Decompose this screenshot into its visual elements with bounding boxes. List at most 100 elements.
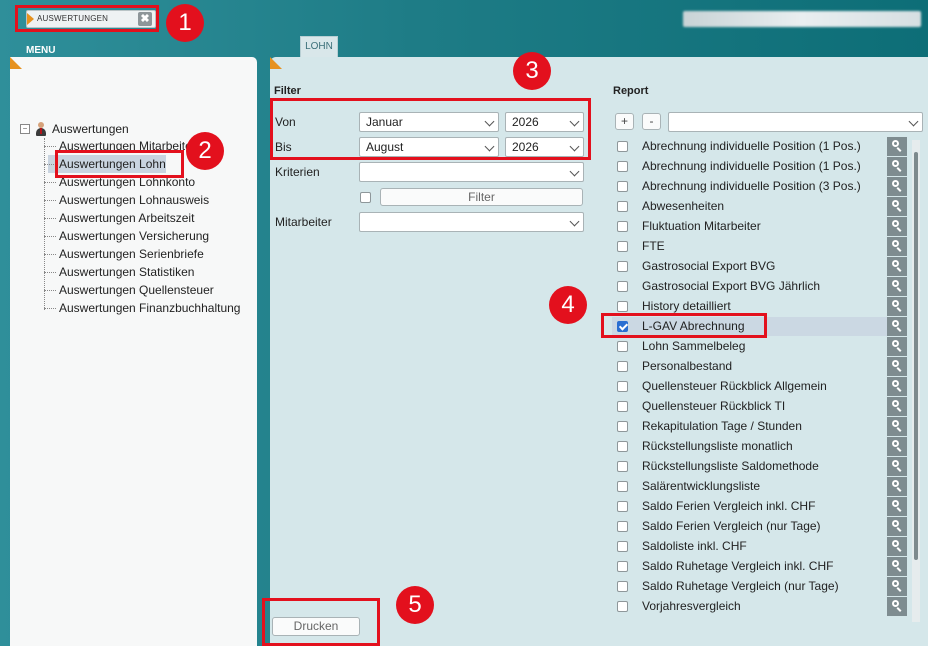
chevron-down-icon bbox=[569, 166, 580, 177]
kriterien-select[interactable] bbox=[359, 162, 584, 182]
report-item[interactable]: Abwesenheiten bbox=[612, 197, 887, 216]
filter-button[interactable]: Filter bbox=[380, 188, 583, 206]
report-item[interactable]: Fluktuation Mitarbeiter bbox=[612, 217, 887, 236]
report-checkbox[interactable] bbox=[617, 441, 628, 452]
magnifier-icon[interactable] bbox=[887, 517, 907, 536]
report-checkbox[interactable] bbox=[617, 421, 628, 432]
callout-badge-1: 1 bbox=[166, 4, 204, 42]
report-checkbox[interactable] bbox=[617, 541, 628, 552]
report-checkbox[interactable] bbox=[617, 181, 628, 192]
report-checkbox[interactable] bbox=[617, 201, 628, 212]
tree-item-finanzbuchhaltung[interactable]: Auswertungen Finanzbuchhaltung bbox=[43, 299, 240, 317]
report-checkbox[interactable] bbox=[617, 601, 628, 612]
report-item[interactable]: Saldo Ferien Vergleich inkl. CHF bbox=[612, 497, 887, 516]
report-checkbox[interactable] bbox=[617, 461, 628, 472]
magnifier-icon[interactable] bbox=[887, 277, 907, 296]
report-item-label: Abrechnung individuelle Position (1 Pos.… bbox=[642, 159, 861, 173]
magnifier-icon[interactable] bbox=[887, 317, 907, 336]
callout-box-1 bbox=[15, 5, 159, 32]
report-item[interactable]: Saldoliste inkl. CHF bbox=[612, 537, 887, 556]
magnifier-icon[interactable] bbox=[887, 157, 907, 176]
magnifier-icon[interactable] bbox=[887, 237, 907, 256]
tree-item-quellensteuer[interactable]: Auswertungen Quellensteuer bbox=[44, 281, 214, 299]
report-item-label: FTE bbox=[642, 239, 665, 253]
magnifier-icon[interactable] bbox=[887, 177, 907, 196]
magnifier-icon[interactable] bbox=[887, 457, 907, 476]
report-checkbox[interactable] bbox=[617, 241, 628, 252]
report-checkbox[interactable] bbox=[617, 401, 628, 412]
magnifier-icon[interactable] bbox=[887, 297, 907, 316]
corner-marker-icon bbox=[10, 57, 22, 69]
report-item-label: Gastrosocial Export BVG bbox=[642, 259, 776, 273]
report-item[interactable]: Salärentwicklungsliste bbox=[612, 477, 887, 496]
collapse-all-button[interactable]: - bbox=[642, 113, 661, 130]
callout-badge-2: 2 bbox=[186, 132, 224, 170]
report-checkbox[interactable] bbox=[617, 221, 628, 232]
magnifier-icon[interactable] bbox=[887, 497, 907, 516]
report-item[interactable]: Rekapitulation Tage / Stunden bbox=[612, 417, 887, 436]
report-item[interactable]: Gastrosocial Export BVG bbox=[612, 257, 887, 276]
tree-item-arbeitszeit[interactable]: Auswertungen Arbeitszeit bbox=[43, 209, 194, 227]
collapse-icon[interactable]: − bbox=[20, 124, 30, 134]
tree-item-statistiken[interactable]: Auswertungen Statistiken bbox=[43, 263, 194, 281]
tree-root[interactable]: − Auswertungen bbox=[20, 122, 129, 136]
tree-item-lohnausweis[interactable]: Auswertungen Lohnausweis bbox=[43, 191, 209, 209]
report-item-label: Saldo Ferien Vergleich (nur Tage) bbox=[642, 519, 821, 533]
magnifier-icon[interactable] bbox=[887, 597, 907, 616]
expand-all-button[interactable]: + bbox=[615, 113, 634, 130]
magnifier-icon[interactable] bbox=[887, 417, 907, 436]
report-item[interactable]: Rückstellungsliste monatlich bbox=[612, 437, 887, 456]
mitarbeiter-select[interactable] bbox=[359, 212, 584, 232]
report-checkbox[interactable] bbox=[617, 521, 628, 532]
magnifier-icon[interactable] bbox=[887, 337, 907, 356]
report-checkbox[interactable] bbox=[617, 481, 628, 492]
magnifier-icon[interactable] bbox=[887, 397, 907, 416]
magnifier-icon[interactable] bbox=[887, 537, 907, 556]
report-item[interactable]: Saldo Ferien Vergleich (nur Tage) bbox=[612, 517, 887, 536]
filter-checkbox[interactable] bbox=[360, 192, 371, 203]
report-checkbox[interactable] bbox=[617, 501, 628, 512]
report-checkbox[interactable] bbox=[617, 561, 628, 572]
report-checkbox[interactable] bbox=[617, 361, 628, 372]
magnifier-icon[interactable] bbox=[887, 477, 907, 496]
magnifier-icon[interactable] bbox=[887, 357, 907, 376]
report-item-label: Personalbestand bbox=[642, 359, 733, 373]
magnifier-icon[interactable] bbox=[887, 557, 907, 576]
report-item-label: Rekapitulation Tage / Stunden bbox=[642, 419, 802, 433]
magnifier-icon[interactable] bbox=[887, 577, 907, 596]
report-checkbox[interactable] bbox=[617, 381, 628, 392]
report-item[interactable]: Abrechnung individuelle Position (1 Pos.… bbox=[612, 157, 887, 176]
magnifier-icon[interactable] bbox=[887, 137, 907, 156]
report-item[interactable]: Vorjahresvergleich bbox=[612, 597, 887, 616]
tree-item-versicherung[interactable]: Auswertungen Versicherung bbox=[43, 227, 209, 245]
report-item[interactable]: Saldo Ruhetage Vergleich inkl. CHF bbox=[612, 557, 887, 576]
report-item[interactable]: Lohn Sammelbeleg bbox=[612, 337, 887, 356]
report-checkbox[interactable] bbox=[617, 341, 628, 352]
report-checkbox[interactable] bbox=[617, 581, 628, 592]
report-checkbox[interactable] bbox=[617, 261, 628, 272]
report-item[interactable]: Personalbestand bbox=[612, 357, 887, 376]
magnifier-icon[interactable] bbox=[887, 257, 907, 276]
callout-box-5 bbox=[262, 598, 380, 646]
report-item[interactable]: Abrechnung individuelle Position (1 Pos.… bbox=[612, 137, 887, 156]
report-checkbox[interactable] bbox=[617, 301, 628, 312]
report-checkbox[interactable] bbox=[617, 281, 628, 292]
report-item[interactable]: Quellensteuer Rückblick Allgemein bbox=[612, 377, 887, 396]
report-item[interactable]: Quellensteuer Rückblick TI bbox=[612, 397, 887, 416]
report-item[interactable]: Gastrosocial Export BVG Jährlich bbox=[612, 277, 887, 296]
magnifier-icon[interactable] bbox=[887, 377, 907, 396]
tree-item-serienbriefe[interactable]: Auswertungen Serienbriefe bbox=[44, 245, 204, 263]
report-item-label: Rückstellungsliste monatlich bbox=[642, 439, 793, 453]
magnifier-icon[interactable] bbox=[887, 437, 907, 456]
tab-lohn[interactable]: LOHN bbox=[300, 36, 338, 57]
report-checkbox[interactable] bbox=[617, 161, 628, 172]
report-item[interactable]: Rückstellungsliste Saldomethode bbox=[612, 457, 887, 476]
magnifier-icon[interactable] bbox=[887, 197, 907, 216]
report-scrollbar-thumb[interactable] bbox=[914, 152, 918, 560]
magnifier-icon[interactable] bbox=[887, 217, 907, 236]
report-item[interactable]: FTE bbox=[612, 237, 887, 256]
report-checkbox[interactable] bbox=[617, 141, 628, 152]
report-item[interactable]: Abrechnung individuelle Position (3 Pos.… bbox=[612, 177, 887, 196]
report-group-select[interactable] bbox=[668, 112, 923, 132]
report-item[interactable]: Saldo Ruhetage Vergleich (nur Tage) bbox=[612, 577, 887, 596]
